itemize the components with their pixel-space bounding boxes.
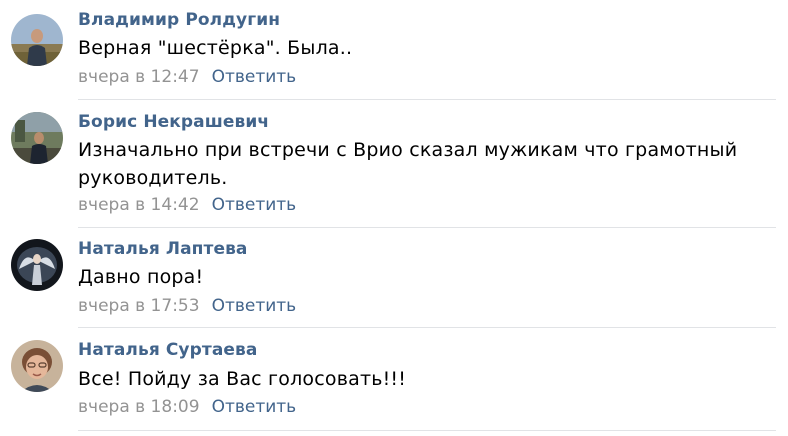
author-name[interactable]: Наталья Суртаева — [78, 340, 257, 360]
comment-date[interactable]: вчера в 14:42 — [78, 195, 200, 215]
comment-date[interactable]: вчера в 17:53 — [78, 296, 200, 316]
comment-meta: вчера в 14:42 Ответить — [78, 195, 296, 215]
avatar[interactable] — [11, 112, 63, 164]
reply-button[interactable]: Ответить — [212, 195, 297, 215]
comment-text: Изначально при встречи с Врио сказал муж… — [78, 139, 738, 189]
author-name[interactable]: Борис Некрашевич — [78, 112, 269, 132]
user-photo-portrait-icon — [11, 340, 63, 392]
separator — [78, 227, 776, 228]
author-name[interactable]: Владимир Ролдугин — [78, 10, 280, 30]
user-photo-outdoor-icon — [11, 112, 63, 164]
separator — [78, 327, 776, 328]
reply-button[interactable]: Ответить — [212, 67, 297, 87]
comment-meta: вчера в 12:47 Ответить — [78, 67, 296, 87]
author-name[interactable]: Наталья Лаптева — [78, 239, 248, 259]
comment-date[interactable]: вчера в 18:09 — [78, 397, 200, 417]
comment-text: Давно пора! — [78, 266, 204, 288]
reply-button[interactable]: Ответить — [212, 296, 297, 316]
comment-meta: вчера в 17:53 Ответить — [78, 296, 296, 316]
avatar[interactable] — [11, 14, 63, 66]
comment-text: Верная "шестёрка". Была.. — [78, 37, 353, 59]
reply-button[interactable]: Ответить — [212, 397, 297, 417]
comment-date[interactable]: вчера в 12:47 — [78, 67, 200, 87]
comment-text: Все! Пойду за Вас голосовать!!! — [78, 368, 407, 390]
separator — [78, 430, 776, 431]
user-photo-field-icon — [11, 14, 63, 66]
avatar[interactable] — [11, 340, 63, 392]
comment-meta: вчера в 18:09 Ответить — [78, 397, 296, 417]
separator — [78, 99, 776, 100]
user-photo-angel-icon — [11, 239, 63, 291]
avatar[interactable] — [11, 239, 63, 291]
